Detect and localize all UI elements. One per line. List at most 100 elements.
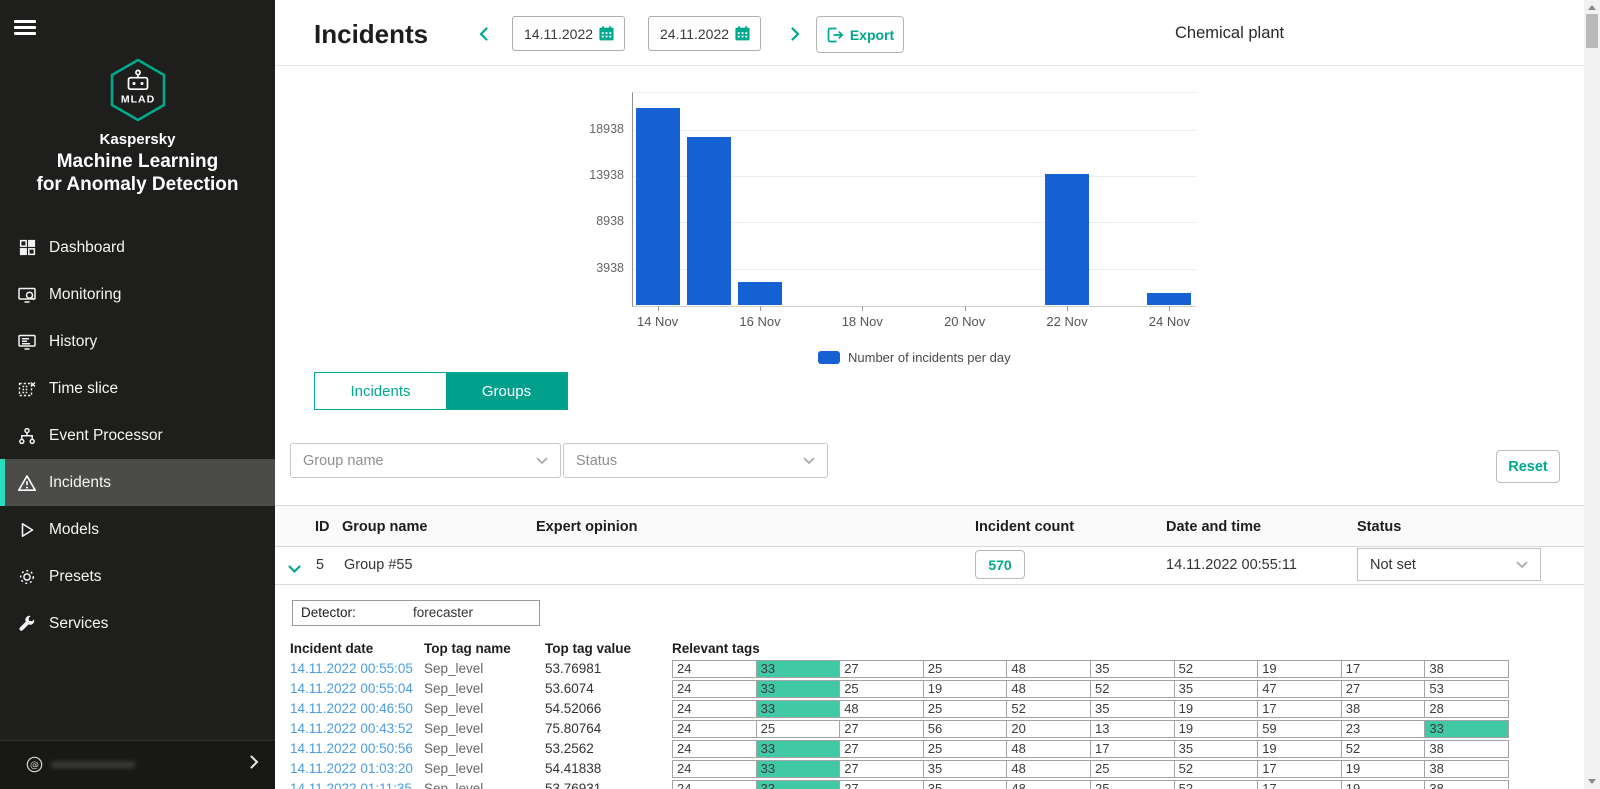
relevant-tag-cell: 38 bbox=[1341, 700, 1426, 718]
incident-date-link[interactable]: 14.11.2022 01:11:35 bbox=[290, 781, 412, 789]
relevant-tag-cell: 33 bbox=[756, 740, 841, 758]
export-label: Export bbox=[850, 27, 894, 43]
chart-legend: Number of incidents per day bbox=[818, 350, 1011, 365]
column-header-expert-opinion: Expert opinion bbox=[536, 506, 638, 548]
user-chevron-right-icon[interactable] bbox=[250, 755, 259, 769]
history-icon bbox=[17, 332, 37, 352]
relevant-tag-cell: 25 bbox=[839, 680, 924, 698]
top-tag-name: Sep_level bbox=[424, 661, 483, 676]
reset-filters-button[interactable]: Reset bbox=[1496, 450, 1560, 483]
date-from-input[interactable]: 14.11.2022 bbox=[512, 16, 625, 51]
user-account-bar[interactable]: @ ••••••••••••••• bbox=[0, 740, 275, 789]
svg-text:MLAD: MLAD bbox=[120, 94, 154, 106]
sidebar-item-history[interactable]: History bbox=[0, 318, 275, 365]
user-email-redacted: ••••••••••••••• bbox=[52, 757, 135, 772]
sidebar-item-models[interactable]: Models bbox=[0, 506, 275, 553]
date-to-input[interactable]: 24.11.2022 bbox=[648, 16, 761, 51]
hamburger-menu-icon[interactable] bbox=[14, 20, 36, 37]
sidebar-item-services[interactable]: Services bbox=[0, 600, 275, 647]
chart-x-tick-label: 16 Nov bbox=[720, 314, 800, 329]
relevant-tag-cell: 38 bbox=[1424, 660, 1509, 678]
relevant-tag-cell: 19 bbox=[1174, 700, 1259, 718]
calendar-icon[interactable] bbox=[734, 25, 751, 42]
chevron-down-icon bbox=[803, 457, 815, 465]
incident-date-link[interactable]: 14.11.2022 00:55:04 bbox=[290, 681, 413, 696]
relevant-tag-cell: 52 bbox=[1341, 740, 1426, 758]
relevant-tag-cell: 33 bbox=[756, 700, 841, 718]
relevant-tag-cell: 33 bbox=[1424, 720, 1509, 738]
svg-text:@: @ bbox=[30, 761, 39, 771]
top-tag-value: 75.80764 bbox=[545, 721, 601, 736]
tab-groups[interactable]: Groups bbox=[446, 373, 567, 409]
relevant-tag-cell: 48 bbox=[1006, 660, 1091, 678]
presets-icon bbox=[17, 567, 37, 587]
relevant-tag-cell: 35 bbox=[1174, 740, 1259, 758]
relevant-tag-cell: 28 bbox=[1424, 700, 1509, 718]
top-tag-name: Sep_level bbox=[424, 761, 483, 776]
date-range-prev-button[interactable] bbox=[477, 25, 490, 48]
incident-date-link[interactable]: 14.11.2022 00:50:56 bbox=[290, 741, 413, 756]
sidebar-item-event-processor[interactable]: Event Processor bbox=[0, 412, 275, 459]
group-name-filter-select[interactable]: Group name bbox=[290, 443, 561, 478]
incident-date-link[interactable]: 14.11.2022 00:46:50 bbox=[290, 701, 413, 716]
relevant-tag-cell: 27 bbox=[839, 740, 924, 758]
sidebar-item-label: Monitoring bbox=[49, 286, 121, 304]
sidebar-item-label: Dashboard bbox=[49, 239, 125, 257]
chart-x-tick-label: 20 Nov bbox=[925, 314, 1005, 329]
chart-x-tick-label: 18 Nov bbox=[822, 314, 902, 329]
chart-y-tick-label: 3938 bbox=[560, 261, 624, 275]
top-tag-value: 53.76981 bbox=[545, 661, 601, 676]
dashboard-icon bbox=[17, 238, 37, 258]
relevant-tag-cell: 52 bbox=[1174, 760, 1259, 778]
scrollbar-down-arrow-icon[interactable] bbox=[1588, 779, 1596, 784]
relevant-tag-cell: 24 bbox=[672, 740, 757, 758]
group-datetime: 14.11.2022 00:55:11 bbox=[1166, 557, 1297, 573]
incident-count-badge[interactable]: 570 bbox=[975, 550, 1025, 579]
sidebar-item-time-slice[interactable]: Time slice bbox=[0, 365, 275, 412]
relevant-tag-cell: 24 bbox=[672, 720, 757, 738]
mlad-hexagon-icon: MLAD bbox=[109, 58, 167, 122]
group-row: 5 Group #55 570 14.11.2022 00:55:11 Not … bbox=[275, 547, 1584, 585]
monitoring-icon bbox=[17, 285, 37, 305]
detector-label: Detector: bbox=[301, 605, 356, 620]
sidebar-item-dashboard[interactable]: Dashboard bbox=[0, 224, 275, 271]
relevant-tag-cell: 52 bbox=[1006, 700, 1091, 718]
chart-bar bbox=[636, 108, 680, 305]
relevant-tag-cell: 48 bbox=[1006, 740, 1091, 758]
chart-x-tick-label: 14 Nov bbox=[618, 314, 698, 329]
incident-date-link[interactable]: 14.11.2022 00:55:05 bbox=[290, 661, 413, 676]
chart-x-tick-label: 24 Nov bbox=[1129, 314, 1209, 329]
relevant-tag-cell: 52 bbox=[1174, 780, 1259, 789]
relevant-tag-cell: 17 bbox=[1341, 660, 1426, 678]
group-id: 5 bbox=[316, 557, 324, 573]
export-icon bbox=[826, 26, 844, 44]
sidebar-item-label: Presets bbox=[49, 568, 102, 586]
chart-x-tick bbox=[1067, 306, 1068, 311]
sidebar-item-presets[interactable]: Presets bbox=[0, 553, 275, 600]
relevant-tag-cell: 59 bbox=[1257, 720, 1342, 738]
vertical-scrollbar[interactable] bbox=[1584, 0, 1600, 789]
column-header-id: ID bbox=[315, 506, 330, 548]
sidebar-item-monitoring[interactable]: Monitoring bbox=[0, 271, 275, 318]
scrollbar-up-arrow-icon[interactable] bbox=[1588, 5, 1596, 10]
sidebar-item-incidents[interactable]: Incidents bbox=[0, 459, 275, 506]
sidebar-item-label: Time slice bbox=[49, 380, 118, 398]
status-filter-select[interactable]: Status bbox=[563, 443, 828, 478]
relevant-tag-cell: 56 bbox=[923, 720, 1008, 738]
chart-bar bbox=[738, 282, 782, 305]
tab-incidents[interactable]: Incidents bbox=[315, 373, 446, 409]
top-tag-name: Sep_level bbox=[424, 741, 483, 756]
group-status-select[interactable]: Not set bbox=[1357, 548, 1541, 581]
relevant-tag-cell: 24 bbox=[672, 780, 757, 789]
relevant-tag-cell: 33 bbox=[756, 780, 841, 789]
scrollbar-thumb[interactable] bbox=[1586, 14, 1598, 48]
date-range-next-button[interactable] bbox=[789, 25, 802, 48]
incident-date-link[interactable]: 14.11.2022 01:03:20 bbox=[290, 761, 413, 776]
export-button[interactable]: Export bbox=[816, 16, 904, 53]
collapse-group-chevron-icon[interactable] bbox=[288, 561, 301, 579]
relevant-tag-cell: 24 bbox=[672, 760, 757, 778]
top-tag-name: Sep_level bbox=[424, 781, 483, 789]
relevant-tag-cell: 27 bbox=[839, 780, 924, 789]
incident-date-link[interactable]: 14.11.2022 00:43:52 bbox=[290, 721, 413, 736]
calendar-icon[interactable] bbox=[598, 25, 615, 42]
